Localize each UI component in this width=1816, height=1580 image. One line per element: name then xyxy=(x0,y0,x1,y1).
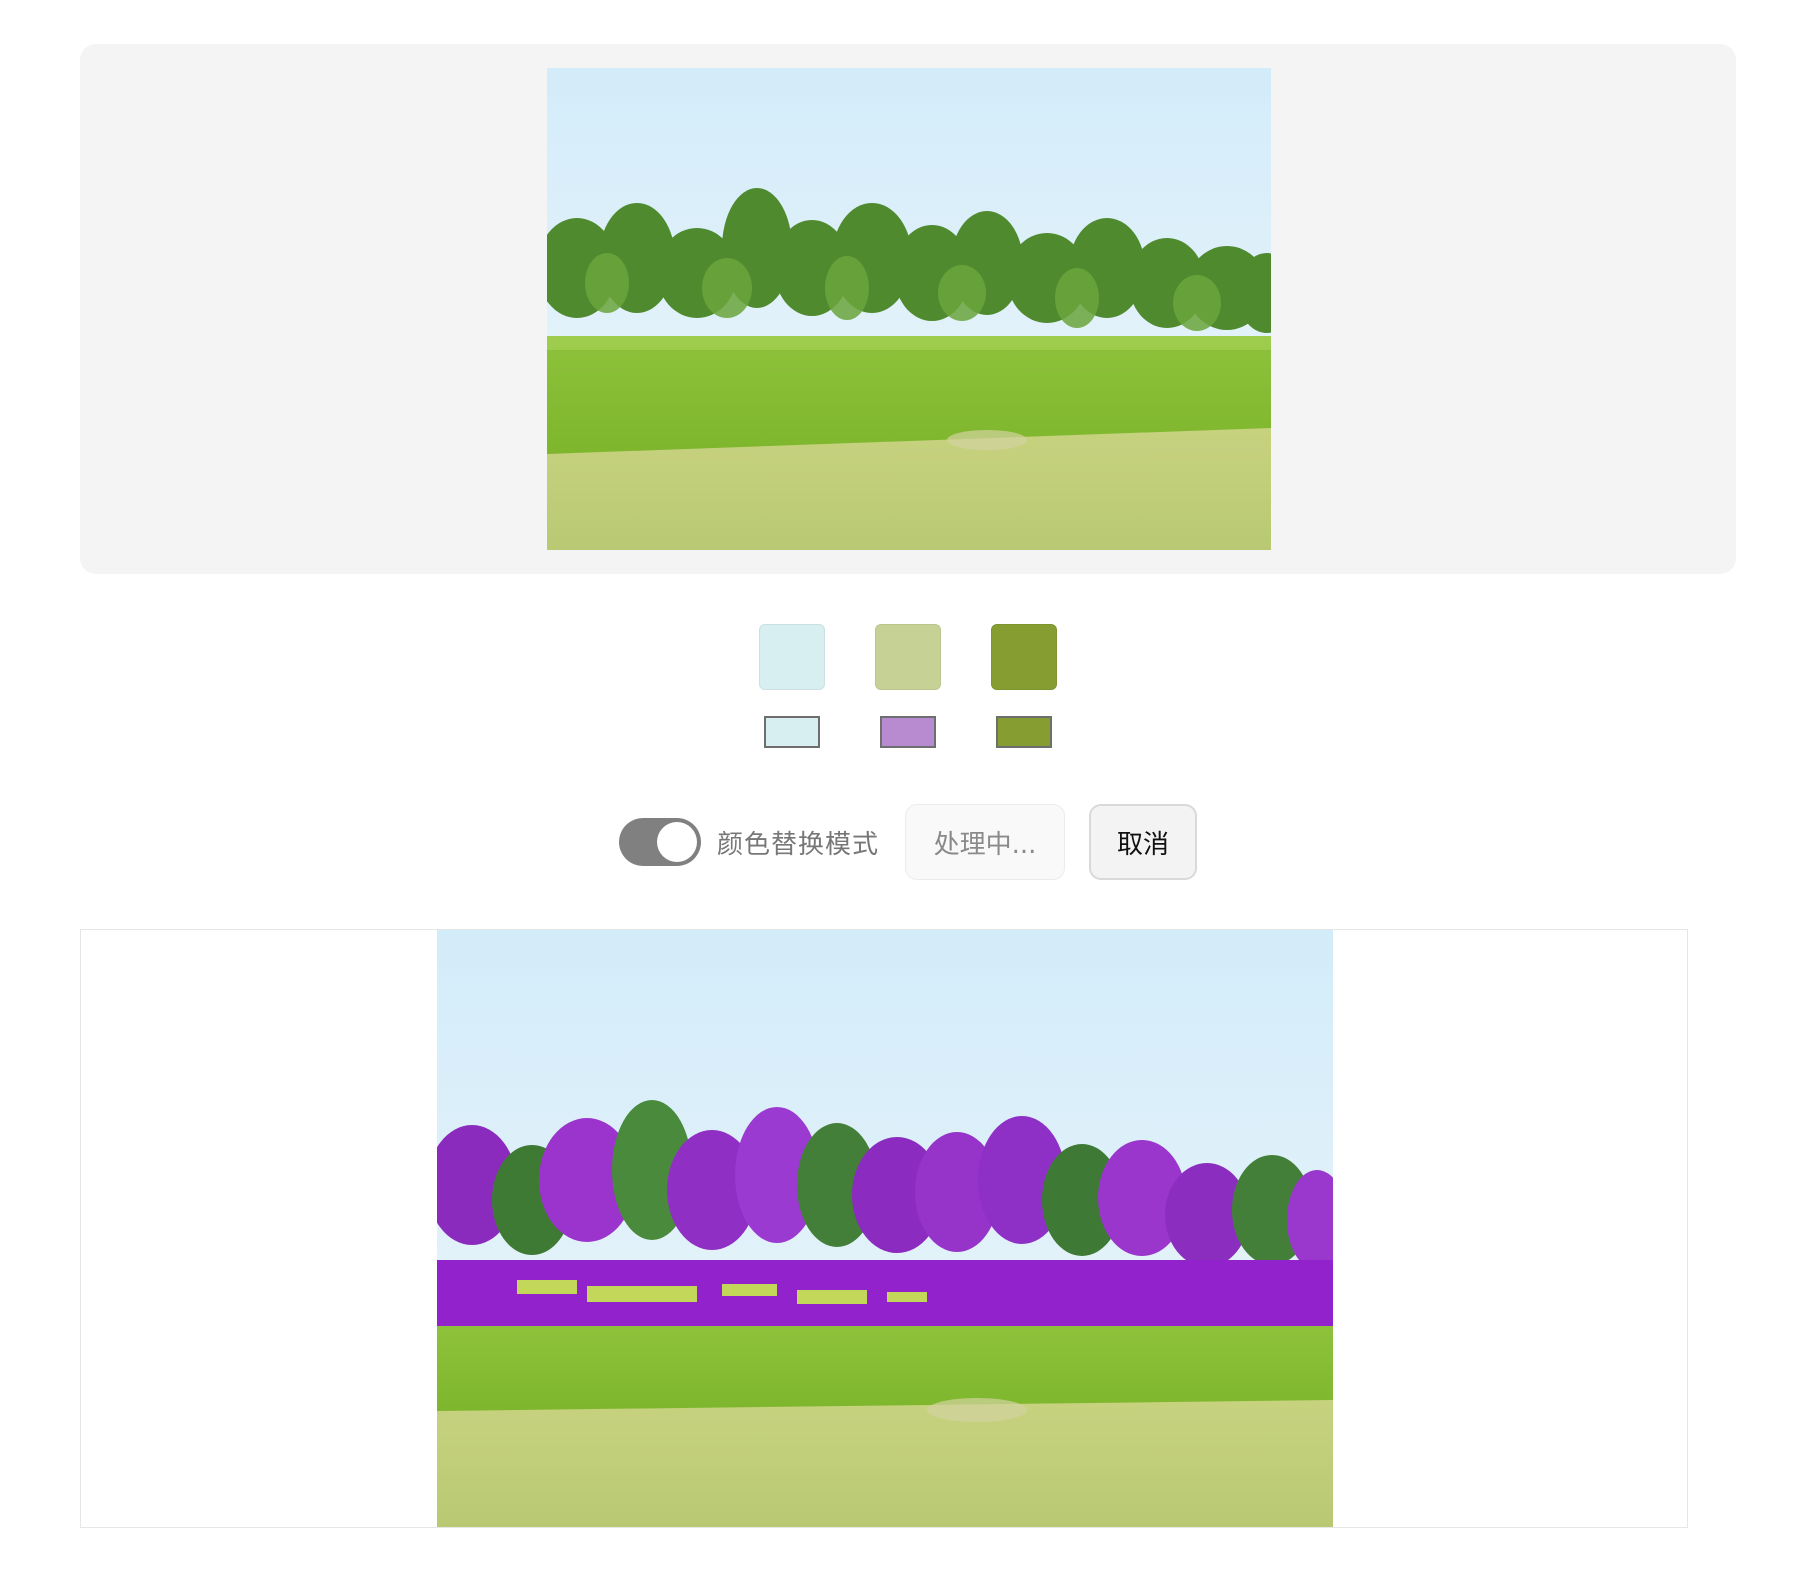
original-palette xyxy=(0,624,1816,690)
color-replace-page: 颜色替换模式 处理中... 取消 xyxy=(0,0,1816,1580)
processing-button[interactable]: 处理中... xyxy=(905,804,1065,880)
replacement-swatch-slot xyxy=(759,716,825,748)
mode-label: 颜色替换模式 xyxy=(716,829,879,860)
source-image xyxy=(547,68,1271,550)
cancel-button[interactable]: 取消 xyxy=(1089,804,1197,880)
original-color-swatch[interactable] xyxy=(759,624,825,690)
controls-bar: 颜色替换模式 处理中... 取消 xyxy=(0,803,1816,881)
color-replace-mode-toggle[interactable] xyxy=(618,818,701,866)
replacement-color-swatch[interactable] xyxy=(764,716,820,748)
result-image-panel xyxy=(80,929,1688,1528)
replacement-color-swatch[interactable] xyxy=(880,716,936,748)
replacement-color-swatch[interactable] xyxy=(996,716,1052,748)
replacement-swatch-slot xyxy=(875,716,941,748)
source-image-panel xyxy=(80,44,1736,574)
original-color-swatch[interactable] xyxy=(875,624,941,690)
toggle-knob xyxy=(656,822,697,862)
replacement-palette xyxy=(0,716,1816,748)
replacement-swatch-slot xyxy=(991,716,1057,748)
result-image xyxy=(437,930,1333,1527)
original-color-swatch[interactable] xyxy=(991,624,1057,690)
